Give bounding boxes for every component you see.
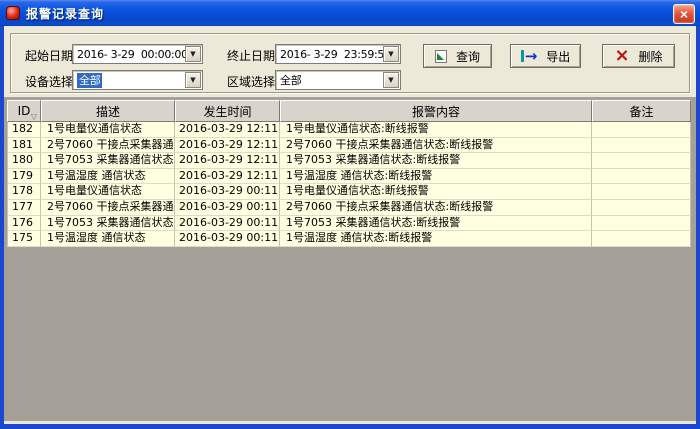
query-icon: [435, 50, 447, 63]
cell-description: 2号7060 干接点采集器通信状态: [41, 138, 175, 154]
close-icon: ×: [680, 6, 688, 22]
cell-id: 181: [7, 138, 41, 154]
selected-text: 全部: [77, 73, 102, 88]
cell-description: 1号7053 采集器通信状态: [41, 216, 175, 232]
end-date-value: 2016- 3-29 23:59:59: [276, 48, 383, 61]
device-select-combobox[interactable]: 全部 ▼: [72, 70, 203, 90]
column-header-description[interactable]: 描述: [41, 100, 175, 122]
cell-content: 1号温湿度 通信状态:断线报警: [280, 169, 592, 185]
dropdown-arrow-icon[interactable]: ▼: [185, 72, 201, 88]
export-icon: →: [521, 50, 538, 62]
table-row[interactable]: 180 1号7053 采集器通信状态 2016-03-29 12:11:5 1号…: [7, 153, 691, 169]
cell-time: 2016-03-29 00:11:5: [175, 231, 280, 247]
delete-icon: ×: [614, 49, 629, 63]
cell-id: 178: [7, 184, 41, 200]
cell-id: 179: [7, 169, 41, 185]
close-button[interactable]: ×: [673, 4, 695, 24]
table-row[interactable]: 178 1号电量仪通信状态 2016-03-29 00:11:5 1号电量仪通信…: [7, 184, 691, 200]
query-button[interactable]: 查询: [423, 44, 492, 68]
table-row[interactable]: 182 1号电量仪通信状态 2016-03-29 12:11:5 1号电量仪通信…: [7, 122, 691, 138]
table-header-row: ID ▽ 描述 发生时间 报警内容 备注: [7, 100, 691, 122]
alarm-siren-icon: [6, 6, 20, 20]
area-select-label: 区域选择: [227, 73, 275, 90]
cell-remark: [592, 231, 691, 247]
column-header-time[interactable]: 发生时间: [175, 100, 280, 122]
table-row[interactable]: 176 1号7053 采集器通信状态 2016-03-29 00:11:5 1号…: [7, 216, 691, 232]
column-header-remark[interactable]: 备注: [592, 100, 691, 122]
cell-time: 2016-03-29 12:11:5: [175, 122, 280, 138]
client-area: 起始日期 2016- 3-29 00:00:00 ▼ 终止日期 2016- 3-…: [4, 26, 696, 424]
delete-button-label: 删除: [639, 48, 663, 65]
cell-description: 1号电量仪通信状态: [41, 184, 175, 200]
cell-time: 2016-03-29 12:11:5: [175, 138, 280, 154]
cell-time: 2016-03-29 12:11:5: [175, 169, 280, 185]
area-select-value: 全部: [276, 72, 383, 88]
cell-remark: [592, 138, 691, 154]
device-select-label: 设备选择: [25, 73, 73, 90]
cell-remark: [592, 122, 691, 138]
cell-id: 180: [7, 153, 41, 169]
end-date-label: 终止日期: [227, 47, 275, 64]
cell-id: 175: [7, 231, 41, 247]
device-select-value: 全部: [73, 72, 185, 88]
cell-description: 1号温湿度 通信状态: [41, 169, 175, 185]
dropdown-arrow-icon[interactable]: ▼: [383, 72, 399, 88]
cell-content: 1号温湿度 通信状态:断线报警: [280, 231, 592, 247]
alarm-query-window: 报警记录查询 × 起始日期 2016- 3-29 00:00:00 ▼ 终止日期…: [0, 0, 700, 429]
cell-description: 2号7060 干接点采集器通信状态: [41, 200, 175, 216]
titlebar: 报警记录查询 ×: [0, 0, 700, 26]
table-row[interactable]: 177 2号7060 干接点采集器通信状态 2016-03-29 00:11:5…: [7, 200, 691, 216]
delete-button[interactable]: × 删除: [602, 44, 675, 68]
cell-time: 2016-03-29 00:11:5: [175, 216, 280, 232]
cell-id: 177: [7, 200, 41, 216]
query-button-label: 查询: [456, 48, 480, 65]
cell-remark: [592, 169, 691, 185]
cell-description: 1号温湿度 通信状态: [41, 231, 175, 247]
dropdown-arrow-icon[interactable]: ▼: [383, 46, 399, 62]
cell-content: 1号7053 采集器通信状态:断线报警: [280, 153, 592, 169]
column-header-id[interactable]: ID ▽: [7, 100, 41, 122]
cell-remark: [592, 216, 691, 232]
export-button[interactable]: → 导出: [510, 44, 581, 68]
cell-time: 2016-03-29 12:11:5: [175, 153, 280, 169]
cell-content: 1号7053 采集器通信状态:断线报警: [280, 216, 592, 232]
cell-content: 1号电量仪通信状态:断线报警: [280, 184, 592, 200]
start-date-value: 2016- 3-29 00:00:00: [73, 48, 185, 61]
cell-id: 176: [7, 216, 41, 232]
table-row[interactable]: 181 2号7060 干接点采集器通信状态 2016-03-29 12:11:5…: [7, 138, 691, 154]
dropdown-arrow-icon[interactable]: ▼: [185, 46, 201, 62]
sort-desc-icon: ▽: [31, 112, 37, 121]
cell-content: 1号电量仪通信状态:断线报警: [280, 122, 592, 138]
cell-remark: [592, 153, 691, 169]
start-date-combobox[interactable]: 2016- 3-29 00:00:00 ▼: [72, 44, 203, 64]
area-select-combobox[interactable]: 全部 ▼: [275, 70, 401, 90]
cell-id: 182: [7, 122, 41, 138]
cell-time: 2016-03-29 00:11:5: [175, 200, 280, 216]
end-date-combobox[interactable]: 2016- 3-29 23:59:59 ▼: [275, 44, 401, 64]
start-date-label: 起始日期: [25, 47, 73, 64]
cell-description: 1号电量仪通信状态: [41, 122, 175, 138]
cell-time: 2016-03-29 00:11:5: [175, 184, 280, 200]
cell-description: 1号7053 采集器通信状态: [41, 153, 175, 169]
cell-content: 2号7060 干接点采集器通信状态:断线报警: [280, 200, 592, 216]
cell-remark: [592, 200, 691, 216]
cell-content: 2号7060 干接点采集器通信状态:断线报警: [280, 138, 592, 154]
cell-remark: [592, 184, 691, 200]
table-row[interactable]: 175 1号温湿度 通信状态 2016-03-29 00:11:5 1号温湿度 …: [7, 231, 691, 247]
alarm-table: ID ▽ 描述 发生时间 报警内容 备注 182 1号电量仪通信状态 2016-…: [4, 97, 696, 421]
export-button-label: 导出: [546, 48, 570, 65]
table-row[interactable]: 179 1号温湿度 通信状态 2016-03-29 12:11:5 1号温湿度 …: [7, 169, 691, 185]
window-title: 报警记录查询: [26, 5, 104, 22]
column-header-content[interactable]: 报警内容: [280, 100, 592, 122]
